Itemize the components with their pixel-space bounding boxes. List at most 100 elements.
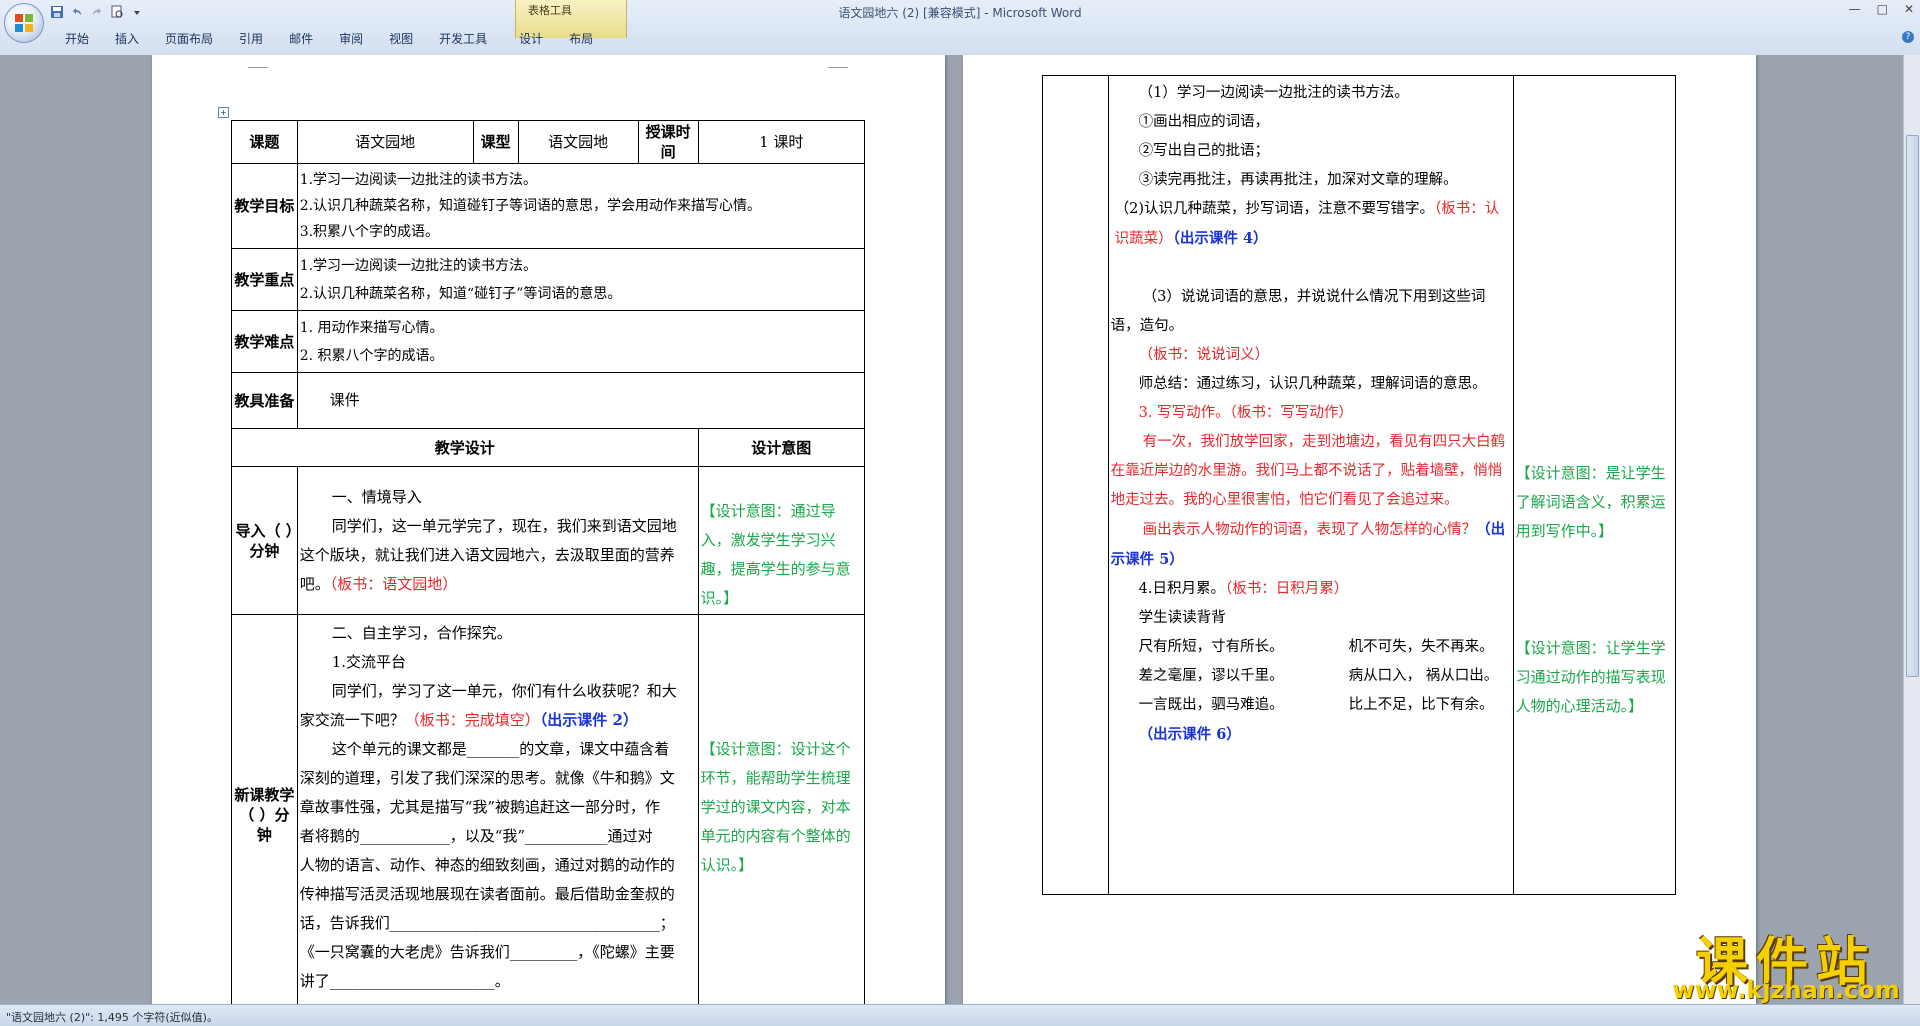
new-para-line: 话，告诉我们__________________________________… <box>299 914 675 932</box>
tab-table-design[interactable]: 设计 <box>506 30 556 48</box>
courseware-note-4: （出示课件 4） <box>1172 230 1268 247</box>
board-note-accumulate: （板书：日积月累） <box>1225 581 1349 597</box>
scrollbar-thumb[interactable] <box>1906 135 1919 677</box>
watermark-logo: 课件站 www.kjzhan.com <box>1668 920 1904 1004</box>
continuation-table: （1）学习一边阅读一边批注的读书方法。 ①画出相应的词语， ②写出自己的批语； … <box>1042 75 1677 895</box>
difficulty-cell: 1. 用动作来描写心情。 2. 积累八个字的成语。 <box>296 310 866 373</box>
minimize-button[interactable]: — <box>1849 2 1861 16</box>
question-line: 画出表示人物动作的词语，表现了人物怎样的心情？ <box>1142 522 1477 538</box>
table-move-handle-icon[interactable]: + <box>218 107 229 118</box>
goal-line: 2.认识几种蔬菜名称，知道碰钉子等词语的意思，学会用动作来描写心情。 <box>299 198 762 214</box>
status-bar: "语文园地六 (2)": 1,495 个字符(近似值)。 <box>0 1004 1920 1026</box>
difficulty-row: 教学难点 1. 用动作来描写心情。 2. 积累八个字的成语。 <box>231 310 866 373</box>
intent-vocab: 【设计意图：是让学生了解词语含义，积累运用到写作中。】 <box>1515 464 1666 540</box>
goal-line: 3.积累八个字的成语。 <box>299 224 440 240</box>
idiom: 比上不足，比下有余。 <box>1348 697 1494 713</box>
new-line: 二、自主学习，合作探究。 <box>331 624 512 642</box>
document-area: + 课题 语文园地 课型 语文园地 授课时间 1 课时 教学目标 1.学习一边阅… <box>0 55 1904 1004</box>
tab-references[interactable]: 引用 <box>226 30 276 48</box>
courseware-note-6: （出示课件 6） <box>1138 726 1241 743</box>
idiom: 病从口入， 祸从口出。 <box>1348 668 1499 684</box>
goals-row: 教学目标 1.学习一边阅读一边批注的读书方法。 2.认识几种蔬菜名称，知道碰钉子… <box>231 163 866 249</box>
intro-line: 一、情境导入 <box>331 487 422 506</box>
label-cell <box>1042 75 1109 895</box>
intro-intent: 【设计意图：通过导入，激发学生学习兴趣，提高学生的参与意识。】 <box>697 466 866 615</box>
recite-line: 学生读读背背 <box>1138 610 1226 626</box>
tab-table-layout[interactable]: 布局 <box>556 30 606 48</box>
tab-home[interactable]: 开始 <box>52 30 102 48</box>
tools-label: 教具准备 <box>231 372 298 429</box>
board-note-meaning: （板书：说说词义） <box>1138 347 1270 363</box>
tab-developer[interactable]: 开发工具 <box>426 30 500 48</box>
summary-line: 师总结：通过练习，认识几种蔬菜，理解词语的意思。 <box>1138 376 1487 392</box>
new-lesson-content: 二、自主学习，合作探究。 1.交流平台 同学们，学习了这一单元，你们有什么收获呢… <box>296 614 699 1004</box>
kexing-value: 语文园地 <box>517 120 639 164</box>
difficulty-label: 教学难点 <box>231 310 298 373</box>
help-icon[interactable]: ? <box>1902 31 1914 43</box>
new-line: 同学们，学习了这一单元，你们有什么收获呢？和大 <box>331 682 677 700</box>
window-title: 语文园地六 (2) [兼容模式] - Microsoft Word <box>838 6 1082 20</box>
new-lesson-intent: 【设计意图：设计这个环节，能帮助学生梳理学过的课文内容，对本单元的内容有个整体的… <box>697 614 866 1004</box>
continuation-row: （1）学习一边阅读一边批注的读书方法。 ①画出相应的词语， ②写出自己的批语； … <box>1042 75 1677 895</box>
intro-content: 一、情境导入 同学们，这一单元学完了，现在，我们来到语文园地 这个版块，就让我们… <box>296 466 699 615</box>
tab-page-layout[interactable]: 页面布局 <box>152 30 226 48</box>
intro-line: 这个版块，就让我们进入语文园地六，去汲取里面的营养 <box>299 545 675 564</box>
kexing-label: 课型 <box>472 120 519 164</box>
design-header-row: 教学设计 设计意图 <box>231 428 866 467</box>
idiom: 机不可失，失不再来。 <box>1348 639 1494 655</box>
goals-cell: 1.学习一边阅读一边批注的读书方法。 2.认识几种蔬菜名称，知道碰钉子等词语的意… <box>296 163 866 249</box>
ribbon-tabs: 开始 插入 页面布局 引用 邮件 审阅 视图 开发工具 设计 布局 <box>52 30 606 48</box>
page-2: （1）学习一边阅读一边批注的读书方法。 ①画出相应的词语， ②写出自己的批语； … <box>963 55 1756 1004</box>
focus-line: 2.认识几种蔬菜名称，知道“碰钉子”等词语的意思。 <box>299 285 622 302</box>
new-para-line: 传神描写活灵活现地展现在读者面前。最后借助金奎叔的 <box>299 885 675 903</box>
crop-mark <box>828 55 848 68</box>
intro-row: 导入（ ）分钟 一、情境导入 同学们，这一单元学完了，现在，我们来到语文园地 这… <box>231 466 866 615</box>
tab-insert[interactable]: 插入 <box>102 30 152 48</box>
title-bar: 表格工具 语文园地六 (2) [兼容模式] - Microsoft Word —… <box>0 0 1920 56</box>
focus-cell: 1.学习一边阅读一边批注的读书方法。 2.认识几种蔬菜名称，知道“碰钉子”等词语… <box>296 248 866 311</box>
keti-value: 语文园地 <box>296 120 474 164</box>
shijian-label: 授课时间 <box>637 120 699 164</box>
new-para-line: 这个单元的课文都是_______的文章，课文中蕴含着 <box>331 740 670 758</box>
lesson-plan-table: 课题 语文园地 课型 语文园地 授课时间 1 课时 教学目标 1.学习一边阅读一… <box>231 120 866 1004</box>
intro-line: 吧。 <box>299 574 330 593</box>
new-para-line: 者将鹅的____________，以及“我”___________通过对 <box>299 827 653 845</box>
focus-line: 1.学习一边阅读一边批注的读书方法。 <box>299 257 538 274</box>
intent-header: 设计意图 <box>697 428 866 467</box>
close-button[interactable]: ✕ <box>1904 2 1914 16</box>
new-line: 家交流一下吧？ <box>299 711 405 729</box>
step-line: ①画出相应的词语， <box>1138 114 1270 130</box>
word-count-status[interactable]: "语文园地六 (2)": 1,495 个字符(近似值)。 <box>6 1009 218 1025</box>
write-actions-line: 3. 写写动作。（板书：写写动作） <box>1138 405 1353 421</box>
header-row: 课题 语文园地 课型 语文园地 授课时间 1 课时 <box>231 120 866 164</box>
goals-label: 教学目标 <box>231 163 298 249</box>
shijian-value: 1 课时 <box>697 120 866 164</box>
maximize-button[interactable]: □ <box>1877 2 1888 16</box>
vertical-scrollbar[interactable] <box>1903 55 1920 1004</box>
crop-mark <box>248 55 268 68</box>
tab-mailings[interactable]: 邮件 <box>276 30 326 48</box>
idiom: 一言既出，驷马难追。 <box>1138 697 1284 713</box>
new-board-note: （板书：完成填空） <box>404 711 540 729</box>
tab-view[interactable]: 视图 <box>376 30 426 48</box>
new-courseware-note: （出示课件 2） <box>539 711 638 729</box>
design-header: 教学设计 <box>231 428 699 467</box>
tools-value: 课件 <box>296 372 866 429</box>
new-para-line: 深刻的道理，引发了我们深深的思考。就像《牛和鹅》文 <box>299 769 675 787</box>
new-para-line: 章故事性强，尤其是描写“我”被鹅追赶这一部分时，作 <box>299 798 661 816</box>
intent-actions: 【设计意图：让学生学习通过动作的描写表现人物的心理活动。】 <box>1515 639 1666 715</box>
idiom: 差之毫厘，谬以千里。 <box>1138 668 1284 684</box>
window-controls: — □ ✕ <box>1849 2 1914 16</box>
new-para-line: 人物的语言、动作、神态的细致刻画，通过对鹅的动作的 <box>299 856 675 874</box>
accumulate-line: 4.日积月累。 <box>1138 581 1226 597</box>
intro-label: 导入（ ）分钟 <box>231 466 298 615</box>
difficulty-line: 2. 积累八个字的成语。 <box>299 347 444 364</box>
watermark-url: www.kjzhan.com <box>1672 976 1900 1004</box>
continuation-content: （1）学习一边阅读一边批注的读书方法。 ①画出相应的词语， ②写出自己的批语； … <box>1107 75 1514 895</box>
goal-line: 1.学习一边阅读一边批注的读书方法。 <box>299 172 538 188</box>
new-lesson-label: 新课教学（ ）分钟 <box>231 614 298 1004</box>
step-line: ③读完再批注，再读再批注，加深对文章的理解。 <box>1138 172 1458 188</box>
tab-review[interactable]: 审阅 <box>326 30 376 48</box>
focus-row: 教学重点 1.学习一边阅读一边批注的读书方法。 2.认识几种蔬菜名称，知道“碰钉… <box>231 248 866 311</box>
keti-label: 课题 <box>231 120 298 164</box>
